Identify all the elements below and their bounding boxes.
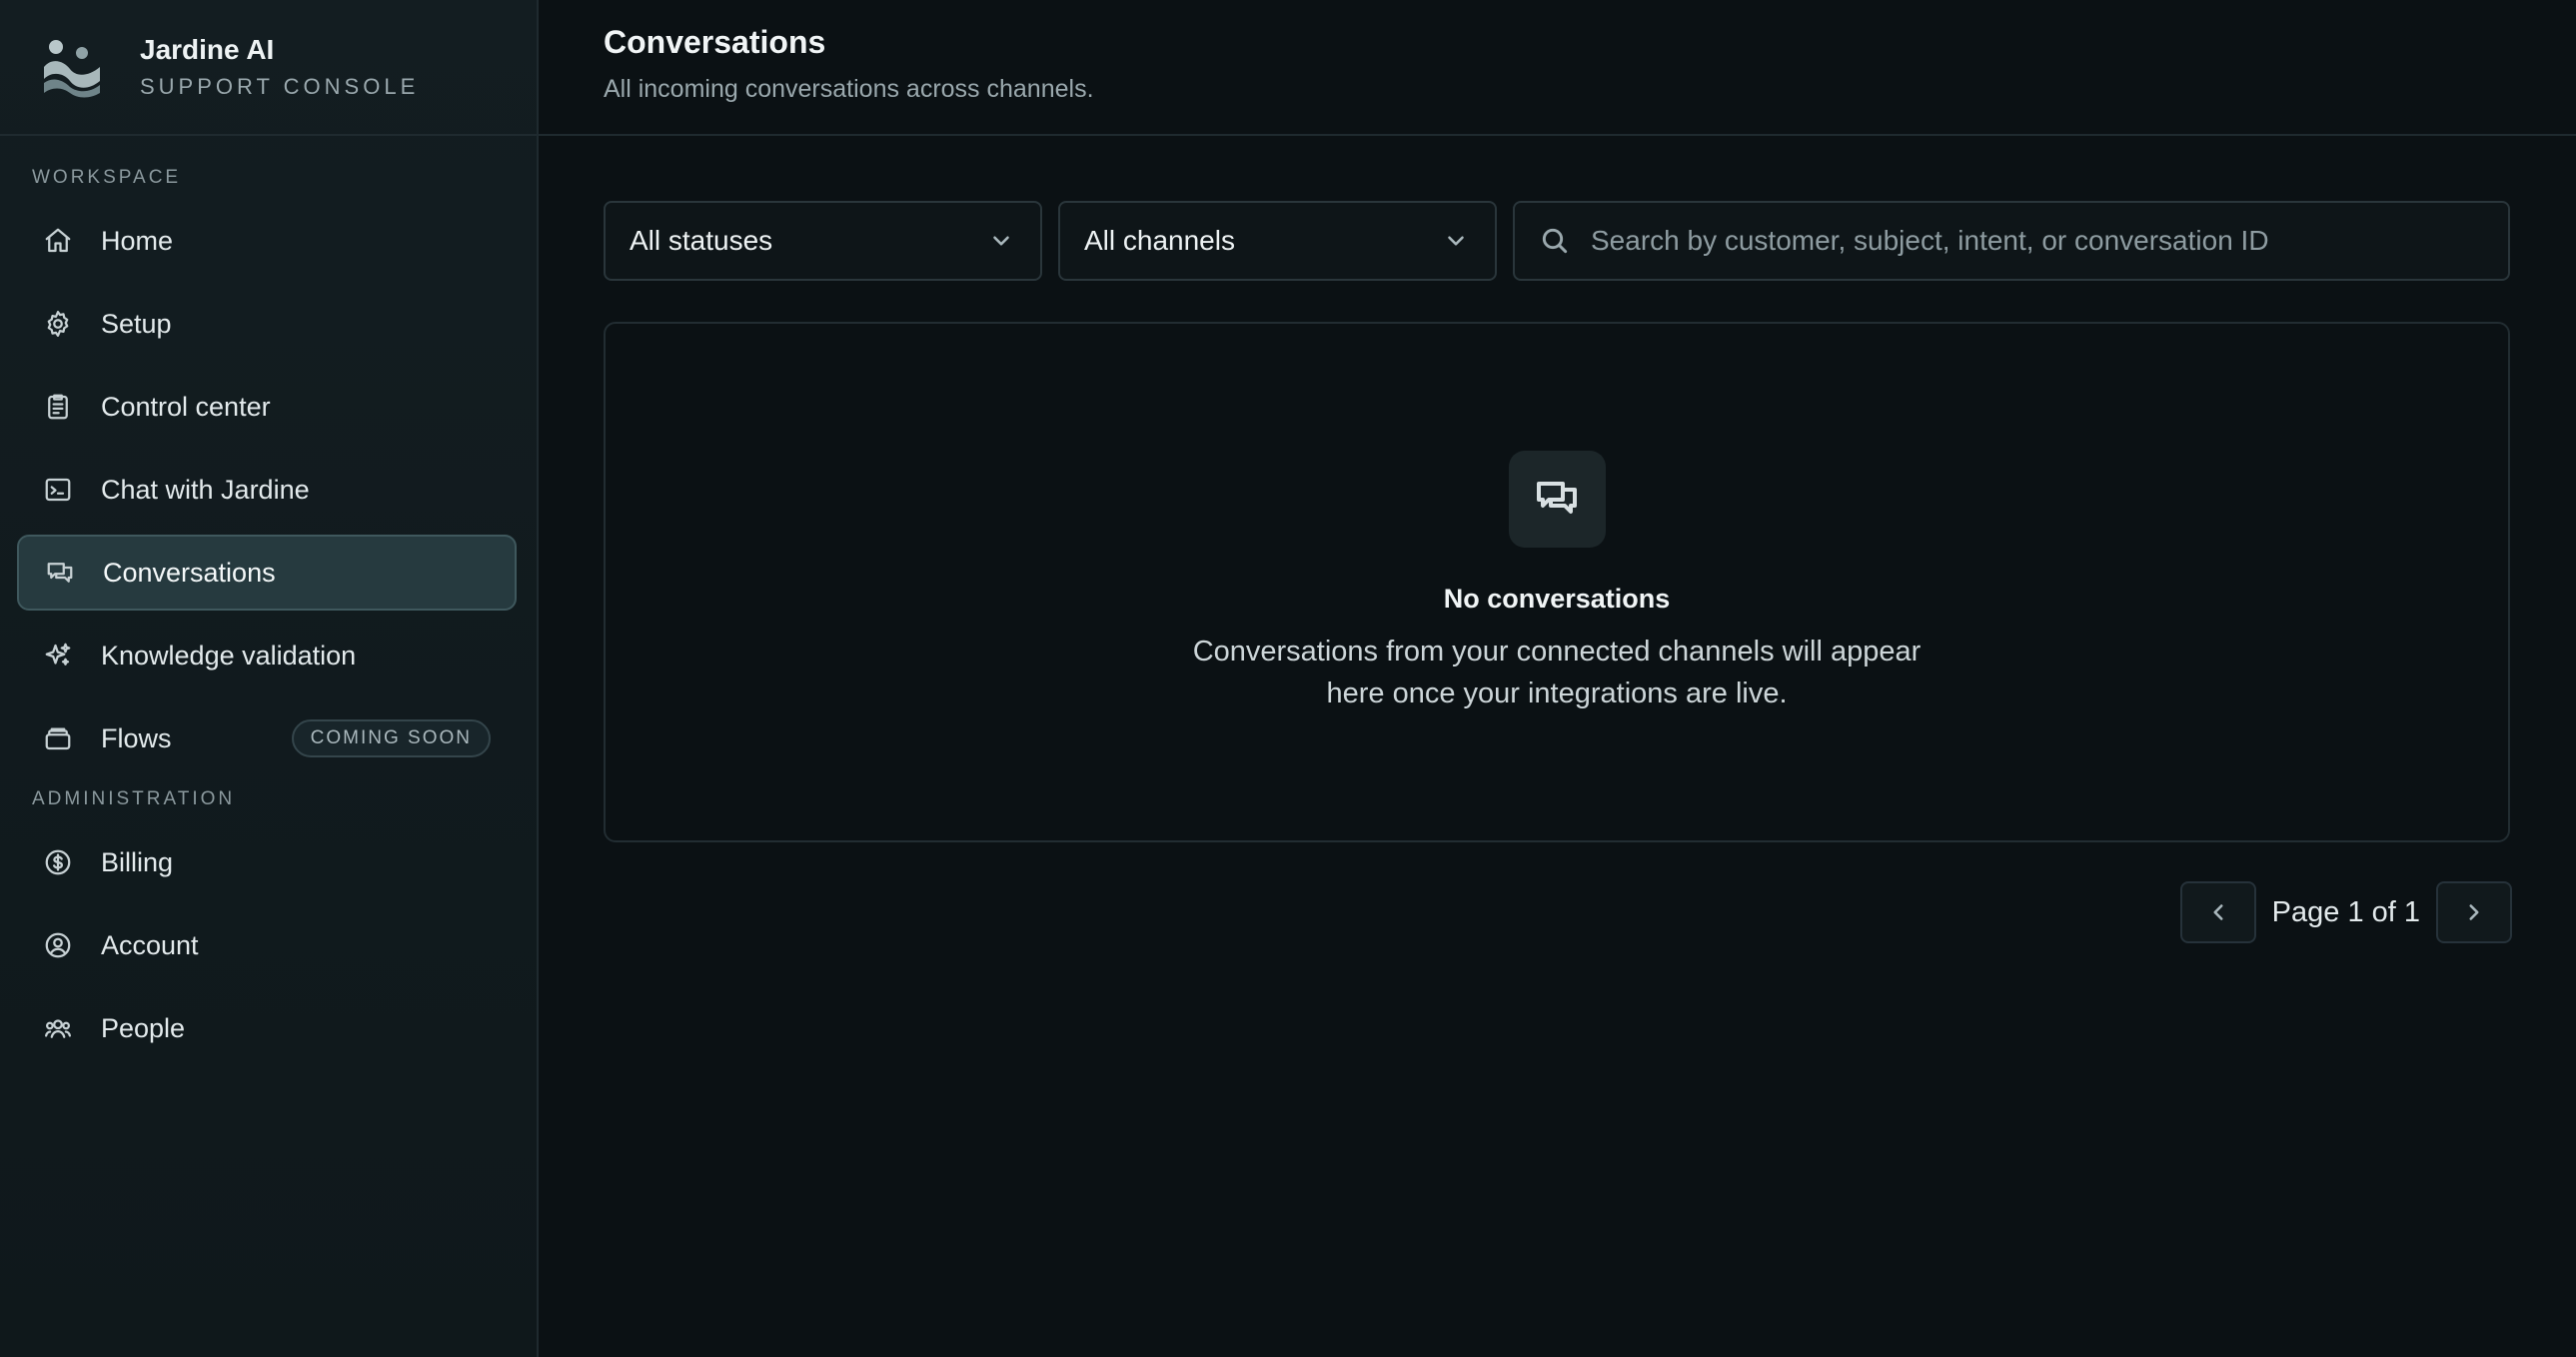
empty-state-title: No conversations [1443,584,1671,614]
chevron-down-icon [1448,236,1464,246]
channel-filter-value: All channels [1084,225,1235,256]
sidebar-item-knowledge-validation[interactable]: Knowledge validation [17,618,517,693]
page-header: Conversations All incoming conversations… [539,0,2576,136]
dollar-circle-icon [43,847,73,877]
brand-subtitle: SUPPORT CONSOLE [140,74,420,99]
channel-filter-select[interactable]: All channels [1058,201,1497,281]
previous-page-button[interactable] [2179,881,2256,943]
nav-administration: Billing Account People [0,824,537,1066]
main-content: Conversations All incoming conversations… [539,0,2576,1357]
nav-workspace: Home Setup Control center Chat with Jard… [0,203,537,776]
sidebar-item-account[interactable]: Account [17,907,517,983]
users-icon [43,1013,73,1043]
clipboard-icon [43,392,73,422]
sidebar-item-label: Billing [101,846,174,877]
next-page-button[interactable] [2436,881,2512,943]
chat-bubbles-icon [1508,451,1606,548]
chevron-down-icon [993,236,1009,246]
layers-icon [43,723,73,753]
sidebar-item-label: Flows [101,722,172,753]
home-icon [43,226,73,256]
sidebar-item-billing[interactable]: Billing [17,824,517,900]
sidebar-item-label: Knowledge validation [101,640,357,671]
empty-state-panel: No conversations Conversations from your… [604,322,2510,842]
search-input[interactable] [1591,225,2508,257]
section-label-workspace: WORKSPACE [32,167,182,188]
sidebar-item-setup[interactable]: Setup [17,286,517,362]
coming-soon-badge: COMING SOON [291,719,491,757]
sparkles-icon [43,641,73,671]
search-icon [1542,228,1568,254]
sidebar-item-label: People [101,1012,186,1043]
empty-state-description: Conversations from your connected channe… [1192,636,1922,709]
app-root: Jardine AI SUPPORT CONSOLE WORKSPACE Hom… [0,0,2576,1357]
chat-bubbles-icon [45,558,75,588]
sidebar-item-label: Chat with Jardine [101,474,310,505]
gear-icon [43,309,73,339]
sidebar-item-label: Control center [101,391,271,422]
filter-bar: All statuses All channels [604,201,2510,281]
terminal-icon [43,475,73,505]
sidebar-item-flows[interactable]: Flows COMING SOON [17,700,517,776]
chevron-right-icon [2469,904,2479,920]
search-box [1513,201,2510,281]
status-filter-select[interactable]: All statuses [604,201,1042,281]
sidebar-item-control-center[interactable]: Control center [17,369,517,445]
brand[interactable]: Jardine AI SUPPORT CONSOLE [0,0,537,136]
sidebar-item-people[interactable]: People [17,990,517,1066]
brand-title: Jardine AI [140,34,275,65]
status-filter-value: All statuses [630,225,773,256]
sidebar-item-chat-with-jardine[interactable]: Chat with Jardine [17,452,517,528]
sidebar: Jardine AI SUPPORT CONSOLE WORKSPACE Hom… [0,0,539,1357]
pagination: Page 1 of 1 [2179,881,2512,943]
sidebar-item-label: Conversations [103,557,276,588]
page-subtitle: All incoming conversations across channe… [604,75,1094,103]
chevron-left-icon [2213,904,2223,920]
sidebar-item-home[interactable]: Home [17,203,517,279]
page-title: Conversations [604,24,826,60]
section-label-administration: ADMINISTRATION [32,788,236,809]
sidebar-item-conversations[interactable]: Conversations [17,535,517,611]
page-indicator: Page 1 of 1 [2271,895,2420,928]
user-circle-icon [43,930,73,960]
sidebar-item-label: Setup [101,308,172,339]
brand-logo-icon [38,33,106,101]
sidebar-item-label: Home [101,225,174,256]
sidebar-item-label: Account [101,929,199,960]
